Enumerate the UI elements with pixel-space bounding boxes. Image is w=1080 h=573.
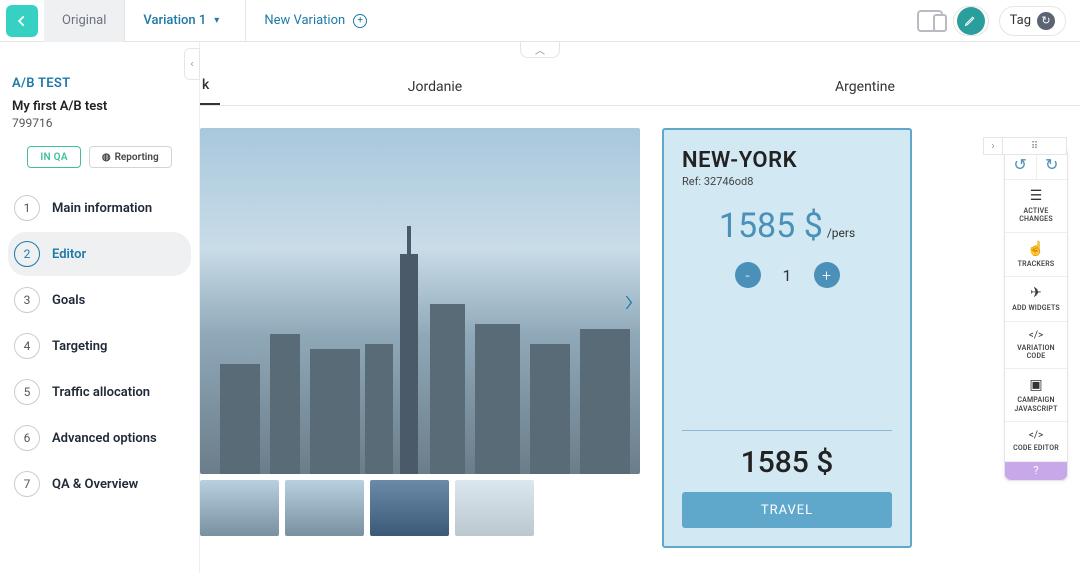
tab-original[interactable]: Original (44, 0, 125, 42)
step-goals[interactable]: 3Goals (8, 278, 191, 322)
right-tools-panel: › ⠿ ↺ ↻ ☰ACTIVE CHANGES ☝TRACKERS ✈ADD W… (1004, 148, 1068, 481)
top-right-tools: Tag ↻ (917, 6, 1080, 36)
panel-grid-icon[interactable]: ⠿ (1003, 137, 1067, 155)
preview-canvas: k Jordanie Argentine › (200, 42, 1080, 573)
card-divider (682, 430, 892, 431)
qty-value: 1 (783, 266, 792, 285)
panel-expand-button[interactable]: › (983, 137, 1003, 155)
tool-add-widgets[interactable]: ✈ADD WIDGETS (1005, 277, 1067, 321)
device-preview-icon[interactable] (917, 10, 943, 32)
collapse-top-button[interactable]: ︿ (520, 42, 560, 58)
thumb-2[interactable] (285, 480, 364, 536)
tool-active-changes[interactable]: ☰ACTIVE CHANGES (1005, 180, 1067, 233)
travel-button[interactable]: TRAVEL (682, 492, 892, 528)
card-title: NEW-YORK (682, 148, 892, 173)
code-icon: </> (1008, 330, 1064, 341)
qty-decrease-button[interactable]: - (735, 262, 761, 288)
help-button[interactable]: ? (1005, 462, 1067, 480)
carousel-next-button[interactable]: › (624, 281, 634, 321)
preview-image-wrap: › (200, 128, 640, 548)
test-id: 799716 (12, 116, 187, 130)
step-main-information[interactable]: 1Main information (8, 186, 191, 230)
sidebar-badges: IN QA ◍ Reporting (0, 140, 199, 182)
step-traffic-allocation[interactable]: 5Traffic allocation (8, 370, 191, 414)
preview-tab-newyork[interactable]: k (200, 77, 220, 105)
tag-label: Tag (1010, 13, 1031, 28)
chart-icon: ◍ (102, 152, 111, 163)
thumb-3[interactable] (370, 480, 449, 536)
code-icon: </> (1008, 430, 1064, 441)
pencil-icon (957, 7, 985, 35)
tool-trackers[interactable]: ☝TRACKERS (1005, 233, 1067, 277)
tool-campaign-js[interactable]: ▣CAMPAIGN JAVASCRIPT (1005, 369, 1067, 422)
card-price-value: 1585 $ (719, 206, 823, 246)
tag-pill[interactable]: Tag ↻ (999, 6, 1066, 36)
test-type: A/B TEST (12, 76, 187, 91)
preview-tab-argentine[interactable]: Argentine (650, 79, 1080, 105)
step-editor[interactable]: 2Editor (8, 232, 191, 276)
preview-content: › NEW-YORK Ref: 32746od8 1585 $ /pers - 1 (200, 106, 1080, 548)
js-icon: ▣ (1008, 377, 1064, 393)
pointer-icon: ☝ (1008, 241, 1064, 257)
status-badge-qa[interactable]: IN QA (27, 146, 81, 168)
test-name: My first A/B test (12, 99, 187, 114)
card-price: 1585 $ /pers (682, 206, 892, 246)
step-qa-overview[interactable]: 7QA & Overview (8, 462, 191, 506)
tab-variation-label: Variation 1 (143, 13, 206, 28)
preview-hero-image: › (200, 128, 640, 474)
refresh-icon: ↻ (1037, 12, 1055, 30)
back-button[interactable] (6, 5, 38, 37)
edit-mode-pill[interactable] (953, 6, 989, 36)
collapse-sidebar-button[interactable]: ‹ (184, 48, 200, 80)
tool-code-editor[interactable]: </>CODE EDITOR (1005, 422, 1067, 461)
step-list: 1Main information 2Editor 3Goals 4Target… (0, 182, 199, 512)
sidebar-header: A/B TEST My first A/B test 799716 (0, 42, 199, 140)
tab-variation-1[interactable]: Variation 1 ▾ (125, 0, 237, 42)
step-advanced-options[interactable]: 6Advanced options (8, 416, 191, 460)
sidebar: ‹ A/B TEST My first A/B test 799716 IN Q… (0, 42, 200, 573)
reporting-label: Reporting (115, 152, 159, 163)
card-total: 1585 $ (682, 445, 892, 480)
list-icon: ☰ (1008, 188, 1064, 204)
product-card: NEW-YORK Ref: 32746od8 1585 $ /pers - 1 +… (662, 128, 912, 548)
card-price-per: /pers (827, 226, 855, 240)
chevron-down-icon: ▾ (214, 15, 219, 26)
qty-increase-button[interactable]: + (814, 262, 840, 288)
top-bar: Original Variation 1 ▾ New Variation + T… (0, 0, 1080, 42)
qty-stepper: - 1 + (682, 262, 892, 288)
preview-thumbs (200, 480, 640, 536)
preview-tabbar: k Jordanie Argentine (200, 66, 1080, 106)
divider (245, 0, 246, 42)
chevron-up-icon: ︿ (535, 42, 545, 57)
rocket-icon: ✈ (1008, 285, 1064, 301)
thumb-4[interactable] (455, 480, 534, 536)
plus-icon: + (353, 14, 367, 28)
new-variation-button[interactable]: New Variation + (254, 13, 377, 28)
tool-variation-code[interactable]: </>VARIATION CODE (1005, 322, 1067, 370)
main-area: ‹ A/B TEST My first A/B test 799716 IN Q… (0, 42, 1080, 573)
new-variation-label: New Variation (264, 13, 345, 28)
preview-tab-jordanie[interactable]: Jordanie (220, 79, 650, 105)
reporting-button[interactable]: ◍ Reporting (89, 146, 172, 168)
step-targeting[interactable]: 4Targeting (8, 324, 191, 368)
thumb-1[interactable] (200, 480, 279, 536)
card-ref: Ref: 32746od8 (682, 175, 892, 188)
